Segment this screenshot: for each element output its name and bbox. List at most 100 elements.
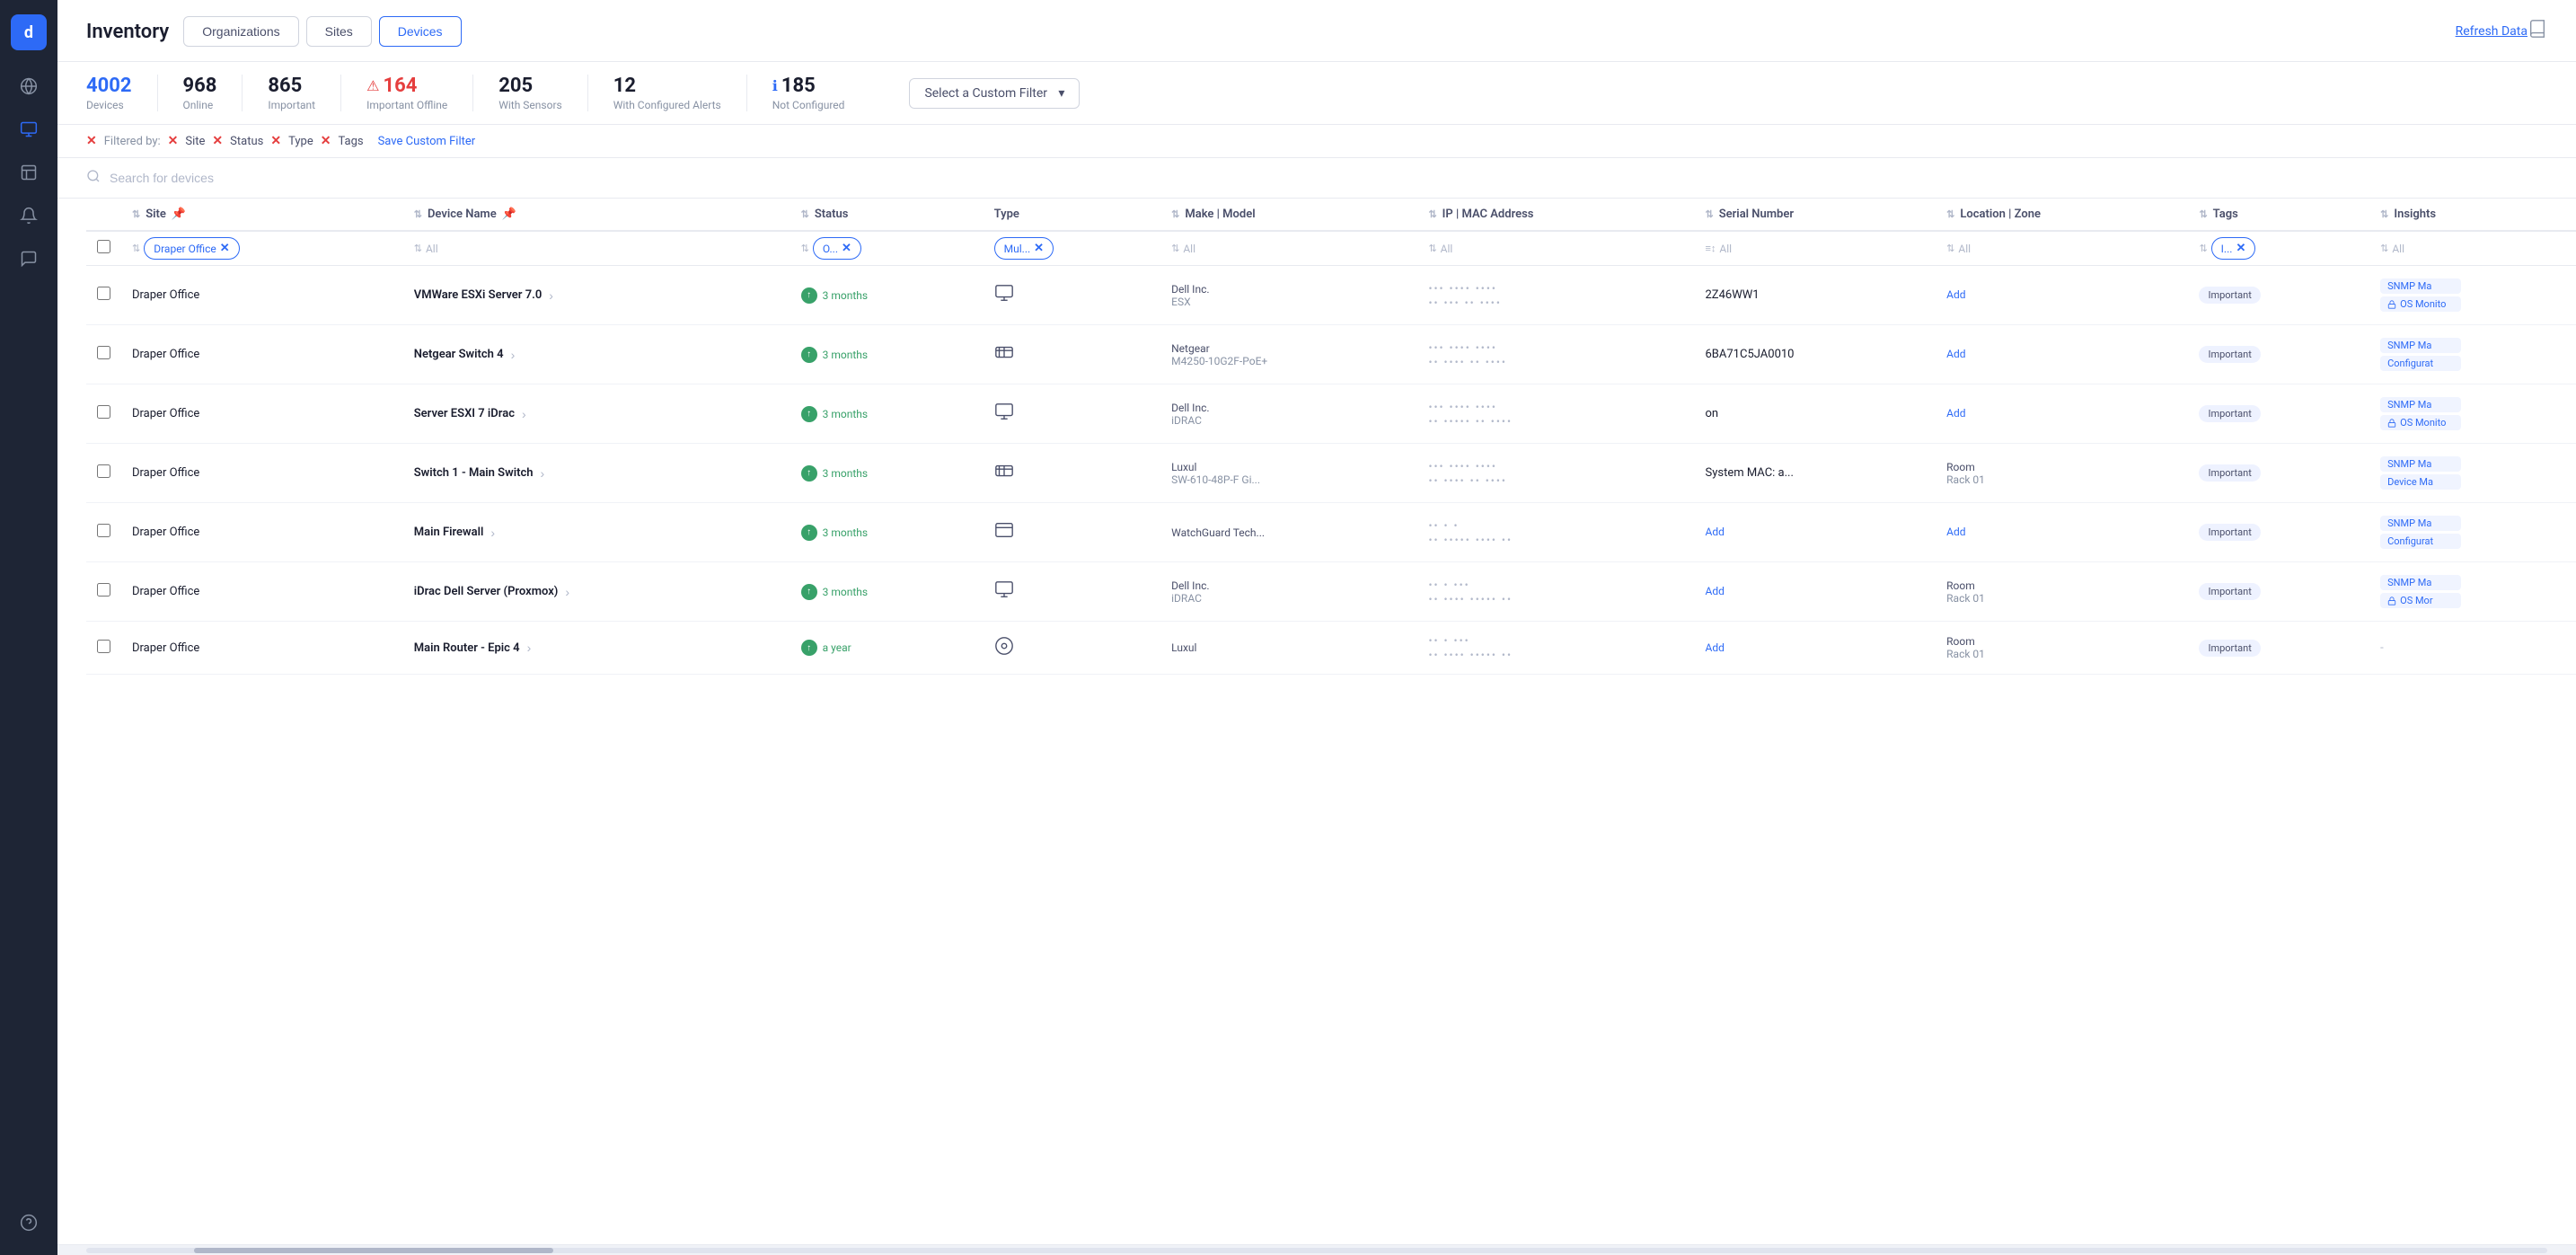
column-filter-row: ⇅ Draper Office ✕ ⇅ All <box>86 231 2576 266</box>
status-filter-chip[interactable]: O... ✕ <box>813 237 861 260</box>
stat-configured-alerts[interactable]: 12 With Configured Alerts <box>613 75 747 111</box>
type-filter-chip[interactable]: Mul... ✕ <box>994 237 1054 260</box>
sort-icon-status[interactable]: ⇅ <box>801 208 809 220</box>
sort-icon-make[interactable]: ⇅ <box>1171 208 1179 220</box>
sort-icon-tags[interactable]: ⇅ <box>2199 208 2207 220</box>
device-expand-button[interactable]: › <box>565 585 569 599</box>
stat-important-offline[interactable]: ⚠ 164 Important Offline <box>366 75 473 111</box>
cell-insights: SNMP MaOS Mor <box>2369 562 2576 622</box>
clear-site-col-filter[interactable]: ✕ <box>220 242 230 255</box>
site-filter-chip[interactable]: Draper Office ✕ <box>144 237 239 260</box>
sort-make-asc[interactable]: ⇅ <box>1171 243 1179 254</box>
device-expand-button[interactable]: › <box>511 348 516 362</box>
tab-devices[interactable]: Devices <box>379 16 462 47</box>
clear-type-col-filter[interactable]: ✕ <box>1034 242 1044 255</box>
sort-icon-location[interactable]: ⇅ <box>1946 208 1954 220</box>
device-name-text: iDrac Dell Server (Proxmox) <box>414 585 559 598</box>
stat-notconfig-value: 185 <box>781 75 816 97</box>
stat-alerts-label: With Configured Alerts <box>613 99 721 111</box>
tab-sites[interactable]: Sites <box>306 16 372 47</box>
stat-important[interactable]: 865 Important <box>268 75 341 111</box>
sidebar-icon-reports[interactable] <box>11 155 47 190</box>
row-checkbox[interactable] <box>97 524 110 537</box>
sidebar-icon-help[interactable] <box>11 1205 47 1241</box>
stat-with-sensors[interactable]: 205 With Sensors <box>498 75 588 111</box>
device-type-icon <box>994 464 1014 485</box>
scrollbar-thumb[interactable] <box>194 1248 553 1253</box>
row-checkbox[interactable] <box>97 464 110 478</box>
pin-icon-site[interactable]: 📌 <box>172 208 186 221</box>
refresh-data-button[interactable]: Refresh Data <box>2456 24 2527 39</box>
custom-filter-select[interactable]: Select a Custom Filter ▾ <box>909 78 1080 109</box>
row-checkbox[interactable] <box>97 640 110 653</box>
sort-insights-asc[interactable]: ⇅ <box>2380 243 2388 254</box>
sort-icon-site[interactable]: ⇅ <box>132 208 140 220</box>
remove-type-filter-icon[interactable]: ✕ <box>270 134 281 148</box>
ip-address: ••• •••• •••• <box>1428 341 1683 354</box>
sort-site-asc[interactable]: ⇅ <box>132 243 140 254</box>
sort-icon-ip[interactable]: ⇅ <box>1428 208 1436 220</box>
row-checkbox[interactable] <box>97 583 110 597</box>
add-serial-link[interactable]: Add <box>1705 641 1724 654</box>
cell-site: Draper Office <box>121 562 403 622</box>
row-checkbox[interactable] <box>97 346 110 359</box>
add-serial-link[interactable]: Add <box>1705 526 1724 538</box>
sort-device-name-asc[interactable]: ⇅ <box>414 243 422 254</box>
sidebar-icon-globe[interactable] <box>11 68 47 104</box>
clear-status-col-filter[interactable]: ✕ <box>842 242 851 255</box>
device-model: iDRAC <box>1171 592 1407 605</box>
device-expand-button[interactable]: › <box>522 407 526 421</box>
horizontal-scrollbar[interactable] <box>57 1244 2576 1255</box>
tags-filter-chip[interactable]: I... ✕ <box>2211 237 2256 260</box>
device-table: ⇅ Site 📌 ⇅ Device Name 📌 <box>86 199 2576 675</box>
pin-icon-device-name[interactable]: 📌 <box>502 208 516 221</box>
remove-site-filter-icon[interactable]: ✕ <box>168 134 179 148</box>
sort-ip-asc[interactable]: ⇅ <box>1428 243 1436 254</box>
add-serial-link[interactable]: Add <box>1705 585 1724 597</box>
table-row: Draper OfficeServer ESXI 7 iDrac›↑3 mont… <box>86 384 2576 444</box>
search-input[interactable] <box>110 171 397 185</box>
sort-icon-device-name[interactable]: ⇅ <box>414 208 422 220</box>
add-location-link[interactable]: Add <box>1946 348 1965 360</box>
mac-address: •• •••• ••••• •• <box>1428 593 1683 605</box>
sidebar-icon-inventory[interactable] <box>11 111 47 147</box>
sort-icon-serial[interactable]: ⇅ <box>1705 208 1713 220</box>
remove-tags-filter-icon[interactable]: ✕ <box>321 134 331 148</box>
insight-chip: Configurat <box>2380 356 2461 371</box>
save-custom-filter-link[interactable]: Save Custom Filter <box>378 135 476 148</box>
clear-all-filters-icon[interactable]: ✕ <box>86 134 97 148</box>
zone-text: Rack 01 <box>1946 648 2177 660</box>
sidebar-icon-chat[interactable] <box>11 241 47 277</box>
device-expand-button[interactable]: › <box>541 466 545 481</box>
main-content: Inventory Organizations Sites Devices Re… <box>57 0 2576 1255</box>
tab-organizations[interactable]: Organizations <box>183 16 298 47</box>
device-expand-button[interactable]: › <box>549 288 553 303</box>
stat-total-devices[interactable]: 4002 Devices <box>86 75 158 111</box>
sidebar-icon-bell[interactable] <box>11 198 47 234</box>
device-expand-button[interactable]: › <box>490 526 495 540</box>
ip-address: •• • ••• <box>1428 579 1683 591</box>
cell-make-model: Dell Inc.iDRAC <box>1160 562 1417 622</box>
row-checkbox[interactable] <box>97 287 110 300</box>
sort-icon-insights[interactable]: ⇅ <box>2380 208 2388 220</box>
stat-online[interactable]: 968 Online <box>183 75 243 111</box>
add-location-link[interactable]: Add <box>1946 407 1965 420</box>
add-location-link[interactable]: Add <box>1946 526 1965 538</box>
select-all-checkbox[interactable] <box>97 240 110 253</box>
cell-serial: Add <box>1694 503 1936 562</box>
sort-status-asc[interactable]: ⇅ <box>801 243 809 254</box>
stat-sensors-value: 205 <box>498 75 562 97</box>
clear-tags-col-filter[interactable]: ✕ <box>2236 242 2245 255</box>
book-icon[interactable] <box>2527 19 2547 44</box>
row-checkbox[interactable] <box>97 405 110 419</box>
sort-tags-asc[interactable]: ⇅ <box>2199 243 2207 254</box>
remove-status-filter-icon[interactable]: ✕ <box>212 134 223 148</box>
sort-serial-asc[interactable]: ≡↕ <box>1705 243 1716 254</box>
cell-status: ↑3 months <box>790 503 984 562</box>
sort-location-asc[interactable]: ⇅ <box>1946 243 1954 254</box>
add-location-link[interactable]: Add <box>1946 288 1965 301</box>
stat-not-configured[interactable]: ℹ 185 Not Configured <box>772 75 870 111</box>
device-model: ESX <box>1171 296 1407 308</box>
device-expand-button[interactable]: › <box>527 641 532 655</box>
tag-badge: Important <box>2199 640 2260 657</box>
